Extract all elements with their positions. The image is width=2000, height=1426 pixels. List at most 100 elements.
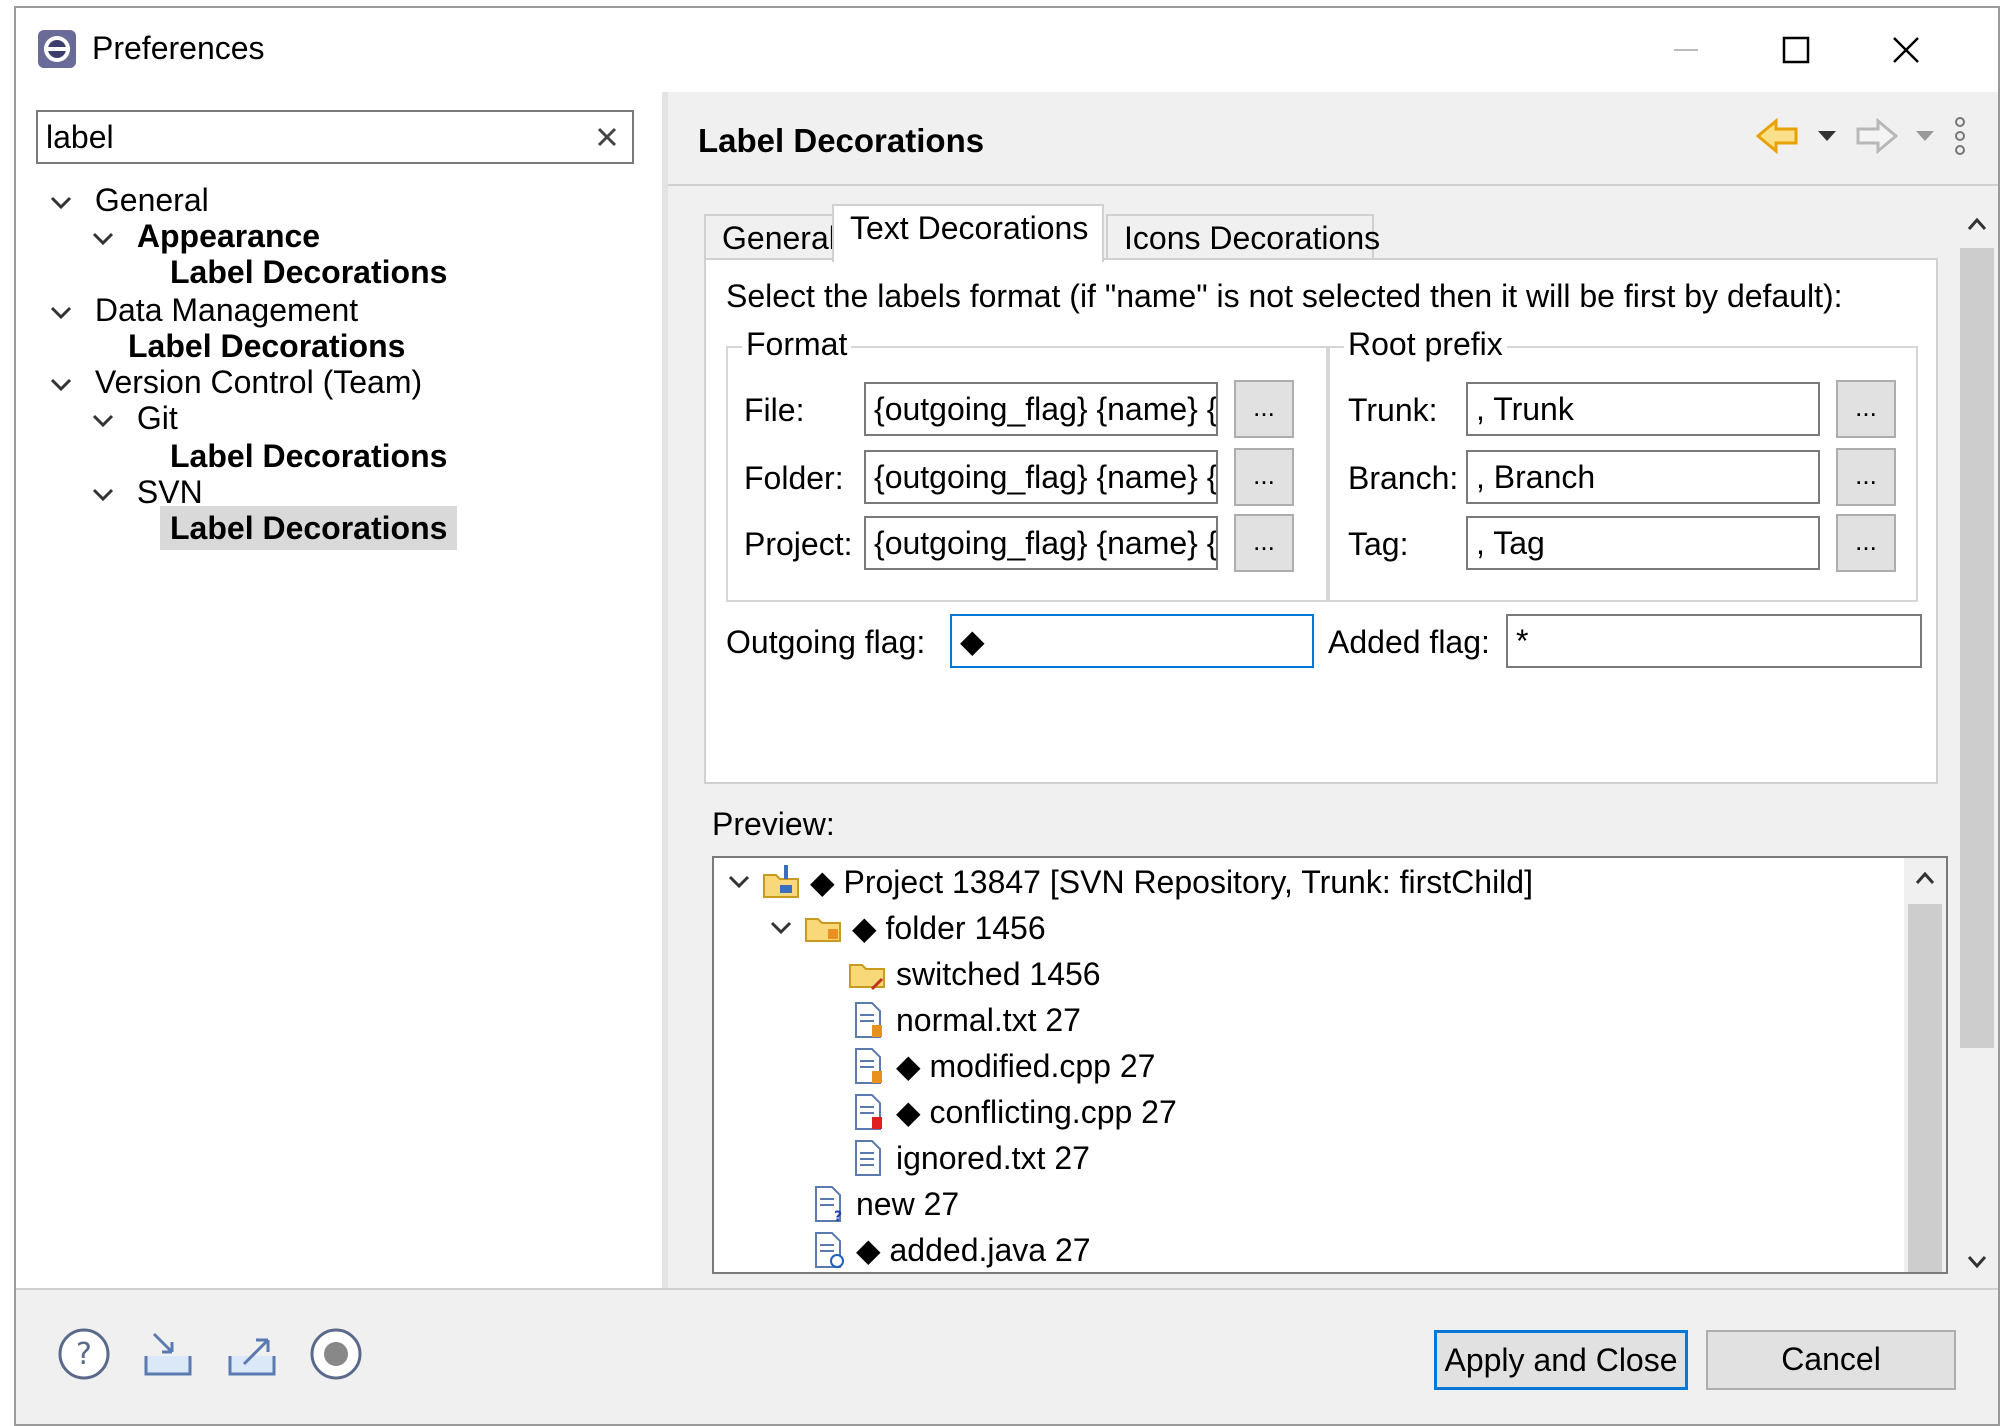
tag-label: Tag:	[1348, 526, 1409, 562]
preview-item-modified[interactable]: ◆ modified.cpp 27	[848, 1044, 1155, 1088]
chevron-down-icon	[92, 488, 114, 501]
preview-item-conflicting[interactable]: ◆ conflicting.cpp 27	[848, 1090, 1177, 1134]
preview-item-project[interactable]: ◆ Project 13847 [SVN Repository, Trunk: …	[724, 860, 1533, 904]
added-file-icon	[815, 1232, 844, 1268]
file-icon	[855, 1002, 882, 1038]
added-flag-field[interactable]: *	[1506, 614, 1922, 668]
page-title: Label Decorations	[698, 122, 985, 159]
page-scroll-thumb[interactable]	[1960, 248, 1994, 1048]
tree-item-git[interactable]: Git	[88, 396, 178, 440]
preview-tree[interactable]: ◆ Project 13847 [SVN Repository, Trunk: …	[712, 856, 1948, 1274]
project-format-browse-button[interactable]: ...	[1234, 514, 1294, 572]
folder-format-field[interactable]: {outgoing_flag} {name} {	[864, 450, 1218, 504]
preview-item-switched[interactable]: switched 1456	[848, 952, 1101, 996]
preview-scroll-thumb[interactable]	[1908, 904, 1942, 1272]
tree-item-label: Label Decorations	[170, 254, 448, 290]
filter-input[interactable]	[38, 112, 558, 162]
eclipse-app-icon	[38, 30, 76, 68]
page-scrollbar[interactable]	[1956, 204, 1998, 1284]
scroll-up-icon[interactable]	[1914, 870, 1936, 886]
file-format-field[interactable]: {outgoing_flag} {name} {	[864, 382, 1218, 436]
text-decorations-panel: Select the labels format (if "name" is n…	[704, 258, 1938, 784]
preview-item-folder[interactable]: ◆ folder 1456	[766, 906, 1046, 950]
forward-arrow-icon[interactable]	[1854, 118, 1898, 154]
preview-item-label: ignored.txt 27	[896, 1140, 1090, 1176]
record-icon[interactable]	[308, 1326, 364, 1382]
chevron-down-icon	[92, 232, 114, 245]
preview-item-added[interactable]: ◆ added.java 27	[808, 1228, 1091, 1272]
preview-item-ignored[interactable]: ignored.txt 27	[848, 1136, 1090, 1180]
tab-label: Text Decorations	[850, 210, 1089, 246]
forward-history-dropdown-icon[interactable]	[1914, 129, 1936, 143]
clear-filter-icon[interactable]	[592, 122, 622, 152]
tree-item-label: Appearance	[136, 218, 321, 254]
maximize-button[interactable]	[1756, 22, 1836, 78]
button-bar-divider	[16, 1288, 1998, 1290]
help-icon[interactable]: ?	[56, 1326, 112, 1382]
preview-item-normal[interactable]: normal.txt 27	[848, 998, 1081, 1042]
tree-item-label: Git	[136, 400, 178, 436]
view-menu-icon[interactable]	[1952, 116, 1968, 156]
page-header-divider	[668, 184, 1998, 186]
tab-text-decorations[interactable]: Text Decorations	[832, 204, 1104, 262]
filter-field[interactable]	[36, 110, 634, 164]
window-title: Preferences	[92, 30, 265, 66]
export-icon[interactable]	[224, 1326, 280, 1382]
outgoing-flag-field[interactable]: ◆	[950, 614, 1314, 668]
preview-item-label: ◆ modified.cpp 27	[896, 1048, 1156, 1084]
preference-page: Label Decorations General Text Decoratio…	[668, 92, 1998, 1288]
cancel-button[interactable]: Cancel	[1706, 1330, 1956, 1390]
page-navigation	[1756, 116, 1968, 156]
project-format-field[interactable]: {outgoing_flag} {name} {	[864, 516, 1218, 570]
close-button[interactable]	[1866, 22, 1946, 78]
close-icon	[1893, 37, 1919, 63]
preview-item-new[interactable]: ? new 27	[808, 1182, 959, 1226]
ignored-file-icon	[855, 1140, 881, 1176]
tree-item-label: Label Decorations	[170, 510, 448, 546]
folder-format-browse-button[interactable]: ...	[1234, 448, 1294, 506]
file-label: File:	[744, 392, 805, 428]
root-prefix-group: Root prefix Trunk: , Trunk ... Branch: ,…	[1328, 326, 1918, 602]
apply-and-close-button[interactable]: Apply and Close	[1434, 1330, 1688, 1390]
branch-prefix-browse-button[interactable]: ...	[1836, 448, 1896, 506]
project-label: Project:	[744, 526, 853, 562]
trunk-prefix-browse-button[interactable]: ...	[1836, 380, 1896, 438]
bottom-tool-icons: ?	[56, 1326, 364, 1382]
chevron-down-icon	[770, 921, 792, 935]
back-history-dropdown-icon[interactable]	[1816, 129, 1838, 143]
group-title: Format	[742, 326, 852, 363]
tab-icons-decorations[interactable]: Icons Decorations	[1106, 214, 1380, 260]
trunk-label: Trunk:	[1348, 392, 1438, 428]
title-bar[interactable]: Preferences	[16, 8, 1998, 92]
back-arrow-icon[interactable]	[1756, 118, 1800, 154]
tab-general[interactable]: General	[704, 214, 836, 260]
minimize-button[interactable]	[1646, 22, 1726, 78]
scroll-down-icon[interactable]	[1966, 1254, 1988, 1270]
branch-prefix-field[interactable]: , Branch	[1466, 450, 1820, 504]
preview-item-label: new 27	[856, 1186, 960, 1222]
tag-prefix-field[interactable]: , Tag	[1466, 516, 1820, 570]
preview-item-label: switched 1456	[896, 956, 1101, 992]
tree-item-label: SVN	[136, 474, 203, 510]
format-group: Format File: {outgoing_flag} {name} { ..…	[726, 326, 1328, 602]
chevron-down-icon	[50, 306, 72, 319]
tree-item-git-label-decorations[interactable]: Label Decorations	[170, 434, 447, 478]
scroll-up-icon[interactable]	[1966, 216, 1988, 232]
preview-scrollbar[interactable]	[1904, 858, 1946, 1272]
chevron-down-icon	[50, 378, 72, 391]
tree-item-label: General	[94, 182, 209, 218]
tree-item-label: Label Decorations	[170, 438, 448, 474]
tag-prefix-browse-button[interactable]: ...	[1836, 514, 1896, 572]
trunk-prefix-field[interactable]: , Trunk	[1466, 382, 1820, 436]
preview-item-label: ◆ folder 1456	[852, 910, 1046, 946]
preview-item-label: normal.txt 27	[896, 1002, 1081, 1038]
maximize-icon	[1782, 36, 1810, 64]
modified-file-icon	[855, 1048, 882, 1084]
folder-icon	[805, 918, 841, 942]
tab-label: Icons Decorations	[1124, 220, 1381, 256]
file-format-browse-button[interactable]: ...	[1234, 380, 1294, 438]
switched-folder-icon	[849, 964, 885, 991]
tree-item-svn-label-decorations[interactable]: Label Decorations	[160, 506, 458, 550]
import-icon[interactable]	[140, 1326, 196, 1382]
chevron-down-icon	[50, 196, 72, 209]
